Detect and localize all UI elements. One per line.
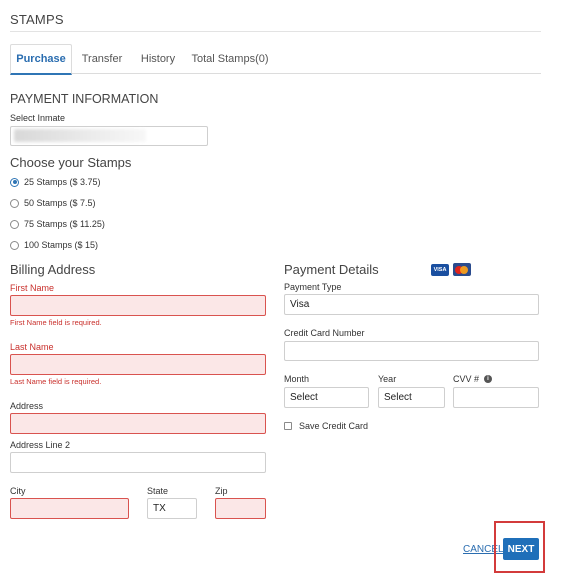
payment-details-heading: Payment Details [284, 262, 379, 277]
last-name-error: Last Name field is required. [10, 377, 102, 386]
next-button[interactable]: NEXT [503, 538, 539, 560]
stamp-option-label: 25 Stamps ($ 3.75) [24, 177, 101, 187]
cvv-field[interactable] [453, 387, 539, 408]
header-divider [10, 31, 541, 32]
payment-type-select[interactable]: Visa [284, 294, 539, 315]
visa-card-icon: VISA [431, 264, 449, 276]
address-line-2-field[interactable] [10, 452, 266, 473]
payment-type-label: Payment Type [284, 282, 342, 292]
stamp-option-label: 100 Stamps ($ 15) [24, 240, 99, 250]
save-credit-card-row[interactable]: Save Credit Card [284, 421, 368, 431]
month-select[interactable]: Select [284, 387, 369, 408]
year-select[interactable]: Select [378, 387, 445, 408]
stamp-option-100[interactable]: 100 Stamps ($ 15) [10, 240, 98, 250]
stamp-option-25[interactable]: 25 Stamps ($ 3.75) [10, 177, 101, 187]
redacted-inmate-name [14, 129, 146, 142]
choose-stamps-heading: Choose your Stamps [10, 155, 132, 170]
radio-button[interactable] [10, 198, 19, 208]
state-field[interactable]: TX [147, 498, 197, 519]
page-title: STAMPS [10, 12, 64, 27]
address-line-2-label: Address Line 2 [10, 440, 71, 450]
first-name-error: First Name field is required. [10, 318, 102, 327]
state-label: State [147, 486, 169, 496]
select-inmate-label: Select Inmate [10, 113, 66, 123]
tab-transfer[interactable]: Transfer [76, 44, 128, 74]
first-name-field[interactable] [10, 295, 266, 316]
stamp-option-label: 75 Stamps ($ 11.25) [24, 219, 105, 229]
credit-card-number-label: Credit Card Number [284, 328, 365, 338]
stamp-option-75[interactable]: 75 Stamps ($ 11.25) [10, 219, 105, 229]
city-label: City [10, 486, 26, 496]
radio-button[interactable] [10, 219, 19, 229]
zip-field[interactable] [215, 498, 266, 519]
credit-card-number-field[interactable] [284, 341, 539, 361]
address-label: Address [10, 401, 44, 411]
save-card-checkbox[interactable] [284, 422, 292, 430]
last-name-label: Last Name [10, 342, 54, 352]
year-value: Select [384, 392, 412, 403]
tab-history[interactable]: History [134, 44, 182, 74]
tab-total-stamps[interactable]: Total Stamps(0) [190, 44, 270, 74]
first-name-label: First Name [10, 283, 55, 293]
stamp-option-label: 50 Stamps ($ 7.5) [24, 198, 96, 208]
mastercard-icon [453, 263, 471, 276]
payment-type-value: Visa [290, 299, 310, 310]
last-name-field[interactable] [10, 354, 266, 375]
info-icon[interactable]: i [484, 375, 492, 383]
city-field[interactable] [10, 498, 129, 519]
tab-bar: Purchase Transfer History Total Stamps(0… [10, 44, 541, 75]
address-field[interactable] [10, 413, 266, 434]
stamp-option-50[interactable]: 50 Stamps ($ 7.5) [10, 198, 96, 208]
save-credit-card-label: Save Credit Card [299, 421, 369, 431]
month-value: Select [290, 392, 318, 403]
radio-button[interactable] [10, 240, 19, 250]
month-label: Month [284, 374, 310, 384]
zip-label: Zip [215, 486, 228, 496]
radio-button[interactable] [10, 177, 19, 187]
state-value: TX [153, 503, 166, 514]
cvv-label: CVV # [453, 374, 480, 384]
tab-purchase[interactable]: Purchase [10, 44, 72, 75]
year-label: Year [378, 374, 397, 384]
payment-information-heading: PAYMENT INFORMATION [10, 92, 159, 106]
billing-address-heading: Billing Address [10, 262, 96, 277]
